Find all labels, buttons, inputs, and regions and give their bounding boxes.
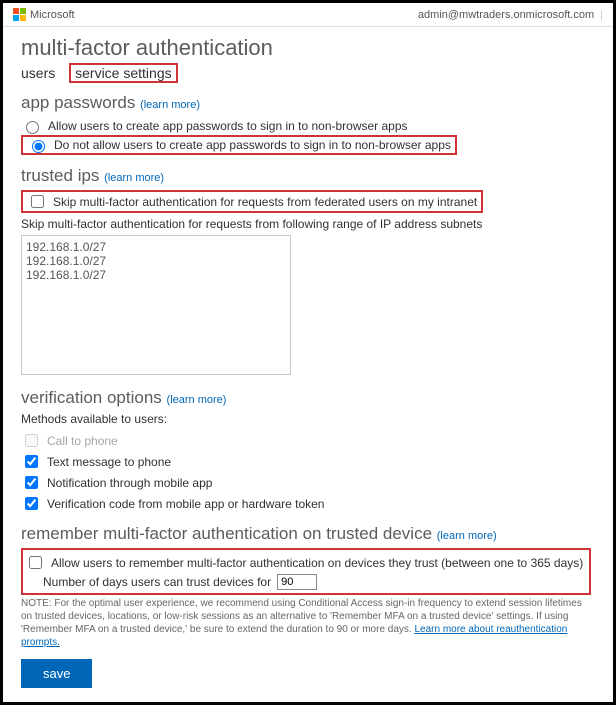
radio-allow-app-passwords[interactable]: [26, 121, 39, 134]
label-text-to-phone: Text message to phone: [47, 455, 171, 469]
learn-more-remember-mfa[interactable]: (learn more): [437, 530, 497, 542]
textarea-ip-subnets[interactable]: [21, 235, 291, 375]
checkbox-remember-mfa[interactable]: [29, 556, 42, 569]
learn-more-verification[interactable]: (learn more): [167, 394, 227, 406]
save-button[interactable]: save: [21, 659, 92, 688]
label-days-trust: Number of days users can trust devices f…: [43, 575, 271, 589]
tab-service-settings[interactable]: service settings: [69, 63, 177, 83]
page-title: multi-factor authentication: [21, 35, 595, 61]
checkbox-text-to-phone[interactable]: [25, 455, 38, 468]
checkbox-verification-code[interactable]: [25, 497, 38, 510]
brand-logo: Microsoft: [13, 8, 75, 21]
label-call-to-phone: Call to phone: [47, 434, 118, 448]
account-area[interactable]: admin@mwtraders.onmicrosoft.com |: [418, 9, 603, 21]
label-methods-available: Methods available to users:: [21, 412, 595, 426]
checkbox-app-notification[interactable]: [25, 476, 38, 489]
microsoft-logo-icon: [13, 8, 26, 21]
account-email: admin@mwtraders.onmicrosoft.com: [418, 9, 594, 21]
label-allow-app-passwords: Allow users to create app passwords to s…: [48, 119, 408, 133]
section-app-passwords: app passwords: [21, 93, 135, 112]
label-remember-mfa: Allow users to remember multi-factor aut…: [51, 556, 583, 570]
label-ip-range: Skip multi-factor authentication for req…: [21, 217, 595, 231]
brand-text: Microsoft: [30, 9, 75, 21]
learn-more-trusted-ips[interactable]: (learn more): [104, 172, 164, 184]
label-app-notification: Notification through mobile app: [47, 476, 212, 490]
checkbox-skip-federated[interactable]: [31, 195, 44, 208]
input-days-trust[interactable]: [277, 574, 317, 590]
section-verification-options: verification options: [21, 388, 162, 407]
label-skip-federated: Skip multi-factor authentication for req…: [53, 195, 477, 209]
tab-users[interactable]: users: [21, 65, 55, 81]
radio-disallow-app-passwords[interactable]: [32, 140, 45, 153]
section-trusted-ips: trusted ips: [21, 166, 99, 185]
section-remember-mfa: remember multi-factor authentication on …: [21, 524, 432, 543]
separator: |: [600, 9, 603, 21]
label-disallow-app-passwords: Do not allow users to create app passwor…: [54, 138, 451, 152]
label-verification-code: Verification code from mobile app or har…: [47, 497, 324, 511]
checkbox-call-to-phone: [25, 434, 38, 447]
learn-more-app-passwords[interactable]: (learn more): [140, 99, 200, 111]
